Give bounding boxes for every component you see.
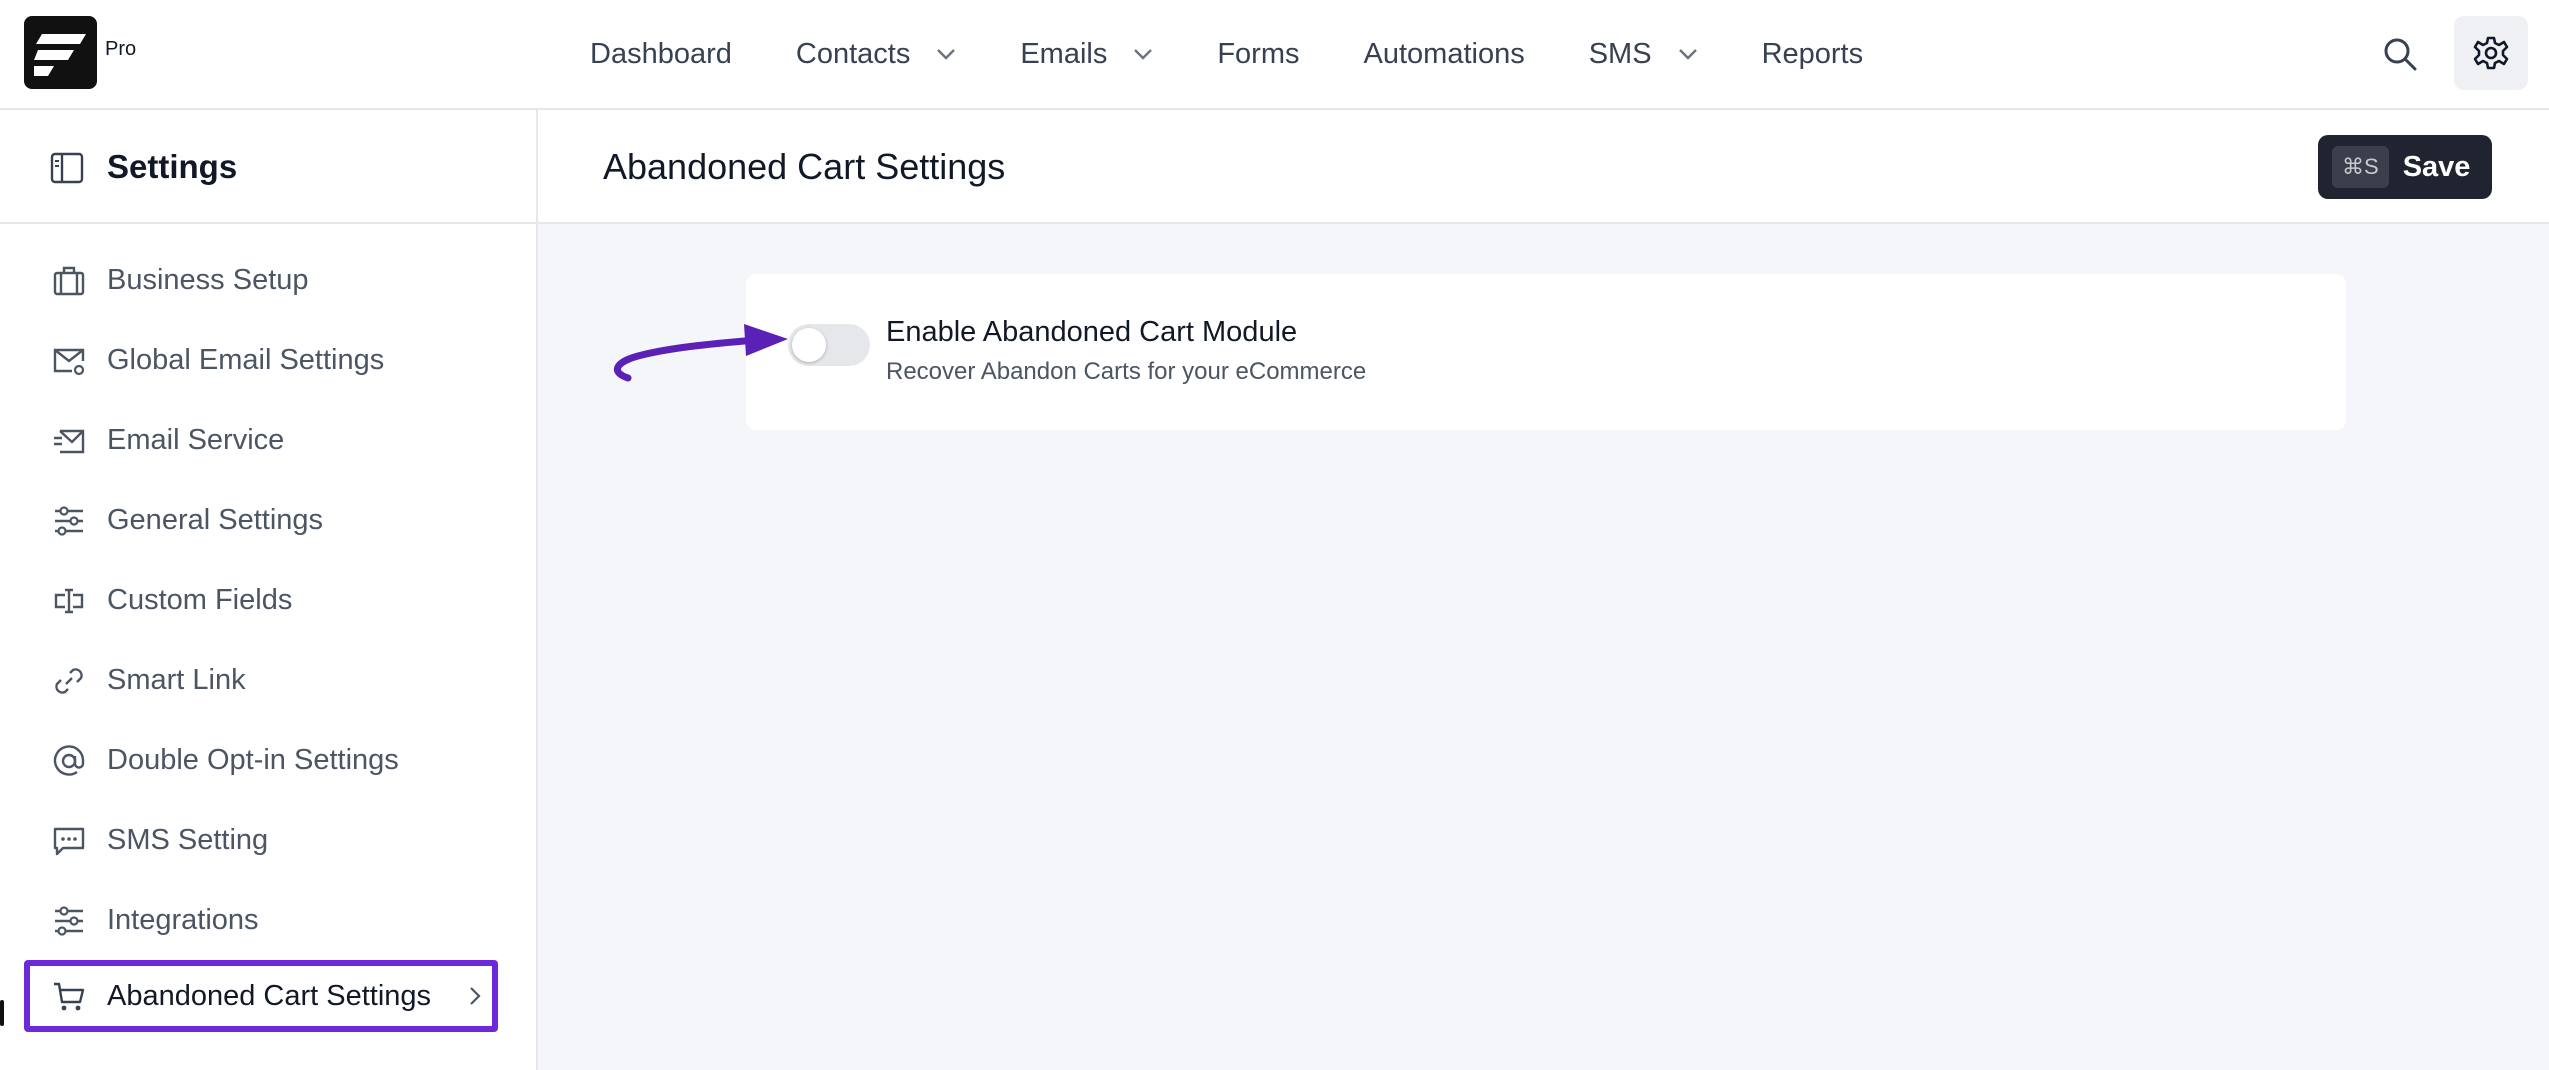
pro-badge: Pro [105,38,137,60]
sidebar-item-email-service[interactable]: Email Service [0,400,536,480]
nav-label: SMS [1588,37,1652,70]
save-shortcut-hint: ⌘S [2332,146,2389,188]
sidebar-item-label: Double Opt-in Settings [107,743,399,776]
main-nav: Dashboard Contacts Emails Forms Automati… [590,0,1927,108]
nav-dashboard[interactable]: Dashboard [590,38,732,71]
settings-sidebar: Settings Business Setup Global Email Set… [0,110,538,1070]
page-header: Abandoned Cart Settings ⌘S Save [538,110,2549,224]
gear-icon[interactable] [2454,16,2528,90]
mail-gear-icon [52,344,86,378]
at-icon [52,744,86,778]
sidebar-item-label: SMS Setting [107,823,269,856]
sidebar-item-global-email-settings[interactable]: Global Email Settings [0,320,536,400]
sidebar-item-label: Email Service [107,423,285,456]
logo-mark-icon [34,34,86,76]
sidebar-item-label: General Settings [107,503,324,536]
search-icon[interactable] [2378,32,2422,76]
sliders-icon [52,504,86,538]
sliders-icon [52,904,86,938]
nav-forms[interactable]: Forms [1217,38,1299,71]
sidebar-item-abandoned-cart-settings[interactable]: Abandoned Cart Settings [24,960,498,1032]
text-field-icon [52,584,86,618]
nav-sms[interactable]: SMS [1589,38,1698,71]
sidebar-item-label: Global Email Settings [107,343,385,376]
logo[interactable] [24,16,97,89]
enable-module-toggle[interactable] [788,324,870,366]
main-content: Abandoned Cart Settings ⌘S Save Enable A… [538,110,2549,1070]
nav-reports[interactable]: Reports [1762,38,1864,71]
chevron-right-icon [468,984,482,1013]
sidebar-item-label: Integrations [107,903,259,936]
nav-automations[interactable]: Automations [1364,38,1525,71]
message-icon [52,824,86,858]
sidebar-item-label: Smart Link [107,663,246,696]
module-card: Enable Abandoned Cart Module Recover Aba… [746,274,2346,430]
chevron-down-icon [1678,48,1698,60]
sidebar-item-business-setup[interactable]: Business Setup [0,240,536,320]
sidebar-item-smart-link[interactable]: Smart Link [0,640,536,720]
nav-label: Contacts [795,37,911,70]
save-button-label: Save [2402,150,2471,183]
sidebar-item-label: Custom Fields [107,583,293,616]
sidebar-title: Settings [107,148,238,185]
chevron-down-icon [936,48,956,60]
chevron-down-icon [1133,48,1153,60]
sidebar-item-integrations[interactable]: Integrations [0,880,536,960]
nav-label: Reports [1761,37,1864,70]
link-icon [52,664,86,698]
page-title: Abandoned Cart Settings [603,146,1006,187]
save-button[interactable]: ⌘S Save [2318,135,2492,199]
sidebar-toggle-icon[interactable] [50,152,84,189]
module-description: Recover Abandon Carts for your eCommerce [886,358,1367,385]
sidebar-item-label: Business Setup [107,263,309,296]
nav-label: Automations [1363,37,1525,70]
sidebar-item-double-opt-in[interactable]: Double Opt-in Settings [0,720,536,800]
briefcase-icon [52,264,86,298]
cart-icon [52,980,86,1014]
sidebar-item-custom-fields[interactable]: Custom Fields [0,560,536,640]
top-navbar: Pro Dashboard Contacts Emails Forms Auto… [0,0,2549,110]
sidebar-item-sms-setting[interactable]: SMS Setting [0,800,536,880]
sidebar-menu: Business Setup Global Email Settings Ema… [0,240,536,1032]
module-title: Enable Abandoned Cart Module [886,316,1298,348]
sidebar-item-general-settings[interactable]: General Settings [0,480,536,560]
nav-label: Forms [1217,37,1300,70]
nav-emails[interactable]: Emails [1020,38,1153,71]
nav-label: Emails [1020,37,1108,70]
active-item-marker [0,1000,4,1026]
nav-label: Dashboard [590,37,732,70]
annotation-arrow-icon [614,324,788,382]
send-mail-icon [52,424,86,458]
nav-contacts[interactable]: Contacts [796,38,956,71]
sidebar-header: Settings [0,110,536,224]
sidebar-item-label: Abandoned Cart Settings [107,979,432,1012]
